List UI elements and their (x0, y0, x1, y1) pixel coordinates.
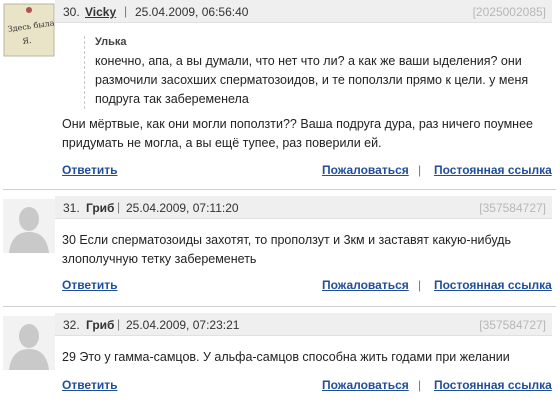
comment-30: Здесь была Я. 30. Vicky | 25.04.2009, 06… (0, 0, 560, 190)
complain-link[interactable]: Пожаловаться (322, 278, 409, 292)
comment-number: 31. (63, 201, 80, 215)
comment-header: 30. Vicky | 25.04.2009, 06:56:40 [202500… (55, 0, 552, 23)
permalink-link[interactable]: Постоянная ссылка (434, 378, 552, 392)
comment-date: 25.04.2009, 07:23:21 (126, 318, 240, 332)
action-separator: | (418, 278, 422, 292)
action-separator: | (418, 378, 422, 392)
comment-number: 30. (63, 5, 80, 19)
quoted-comment: Улька конечно, апа, а вы думали, что нет… (84, 36, 545, 109)
comment-31: 31. Гриб | 25.04.2009, 07:11:20 [3575847… (0, 196, 560, 306)
comment-id: [357584727] (479, 201, 546, 215)
quote-author: Улька (95, 36, 127, 48)
comment-32: 32. Гриб | 25.04.2009, 07:23:21 [3575847… (0, 313, 560, 402)
header-separator: | (117, 200, 121, 214)
divider (3, 189, 556, 190)
comment-number: 32. (63, 318, 80, 332)
divider (3, 306, 556, 307)
default-avatar-icon (3, 316, 55, 370)
reply-link[interactable]: Ответить (62, 378, 117, 392)
comment-id: [357584727] (479, 318, 546, 332)
action-separator: | (418, 163, 422, 177)
comment-date: 25.04.2009, 06:56:40 (135, 5, 249, 19)
permalink-link[interactable]: Постоянная ссылка (434, 163, 552, 177)
comment-id: [2025002085] (472, 5, 546, 19)
complain-link[interactable]: Пожаловаться (322, 378, 409, 392)
comment-text: 30 Если сперматозоиды захотят, то пропол… (62, 233, 511, 266)
comment-author: Гриб (86, 201, 115, 215)
quote-text: конечно, апа, а вы думали, что нет что л… (95, 54, 529, 106)
header-separator: | (124, 4, 128, 18)
comment-header: 32. Гриб | 25.04.2009, 07:23:21 [3575847… (55, 313, 552, 336)
comment-text: 29 Это у гамма-самцов. У альфа-самцов сп… (62, 350, 510, 364)
reply-link[interactable]: Ответить (62, 278, 117, 292)
comment-date: 25.04.2009, 07:11:20 (126, 201, 239, 215)
comment-header: 31. Гриб | 25.04.2009, 07:11:20 [3575847… (55, 196, 552, 219)
comment-text: Они мёртвые, как они могли поползти?? Ва… (62, 117, 533, 150)
reply-link[interactable]: Ответить (62, 163, 117, 177)
comment-author-link[interactable]: Vicky (85, 5, 116, 19)
complain-link[interactable]: Пожаловаться (322, 163, 409, 177)
avatar-note-icon: Здесь была Я. (3, 3, 55, 57)
permalink-link[interactable]: Постоянная ссылка (434, 278, 552, 292)
default-avatar-icon (3, 199, 55, 253)
header-separator: | (117, 317, 121, 331)
comment-author: Гриб (86, 318, 115, 332)
